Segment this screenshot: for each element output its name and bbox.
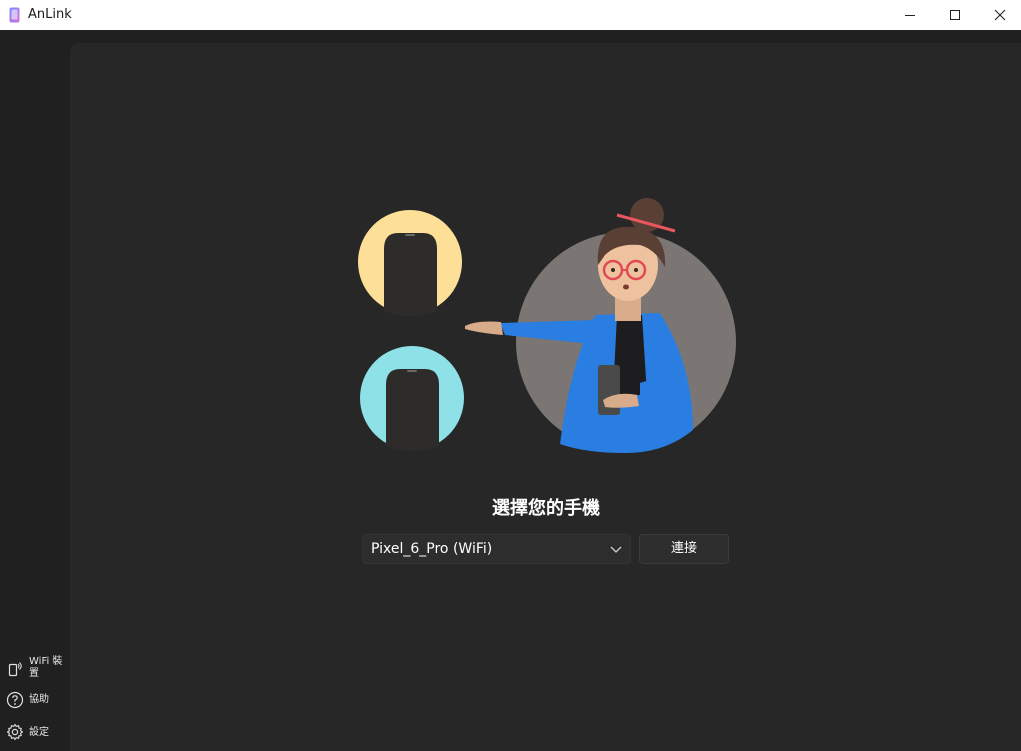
app-title: AnLink <box>28 7 72 22</box>
close-button[interactable] <box>977 0 1021 30</box>
maximize-icon <box>950 10 960 20</box>
person-illustration <box>465 198 736 453</box>
chevron-down-icon <box>610 546 622 553</box>
help-icon <box>6 691 24 709</box>
minimize-icon <box>905 15 915 16</box>
phone-option-yellow-icon <box>358 210 462 316</box>
gear-icon <box>6 723 24 741</box>
side-nav <box>0 30 70 751</box>
select-phone-heading: 選擇您的手機 <box>492 498 600 519</box>
sidebar-item-label: WiFi 裝置 <box>29 656 63 679</box>
app-logo-icon <box>9 7 20 23</box>
connect-button[interactable]: 連接 <box>639 534 729 564</box>
sidebar-item-help[interactable]: 協助 <box>0 691 70 711</box>
maximize-button[interactable] <box>932 0 978 30</box>
device-select-value: Pixel_6_Pro (WiFi) <box>371 541 493 557</box>
sidebar-item-settings[interactable]: 設定 <box>0 723 70 743</box>
minimize-button[interactable] <box>887 0 933 30</box>
sidebar-item-wifi-device[interactable]: WiFi 裝置 <box>0 654 70 684</box>
close-icon <box>994 9 1006 21</box>
connect-phone-illustration <box>358 198 736 453</box>
phone-option-cyan-icon <box>360 346 464 451</box>
device-select[interactable]: Pixel_6_Pro (WiFi) <box>362 534 631 564</box>
sidebar-item-label: 設定 <box>29 727 49 738</box>
wifi-device-icon <box>8 662 22 677</box>
sidebar-item-label: 協助 <box>29 694 49 705</box>
title-bar: AnLink <box>0 0 1021 30</box>
